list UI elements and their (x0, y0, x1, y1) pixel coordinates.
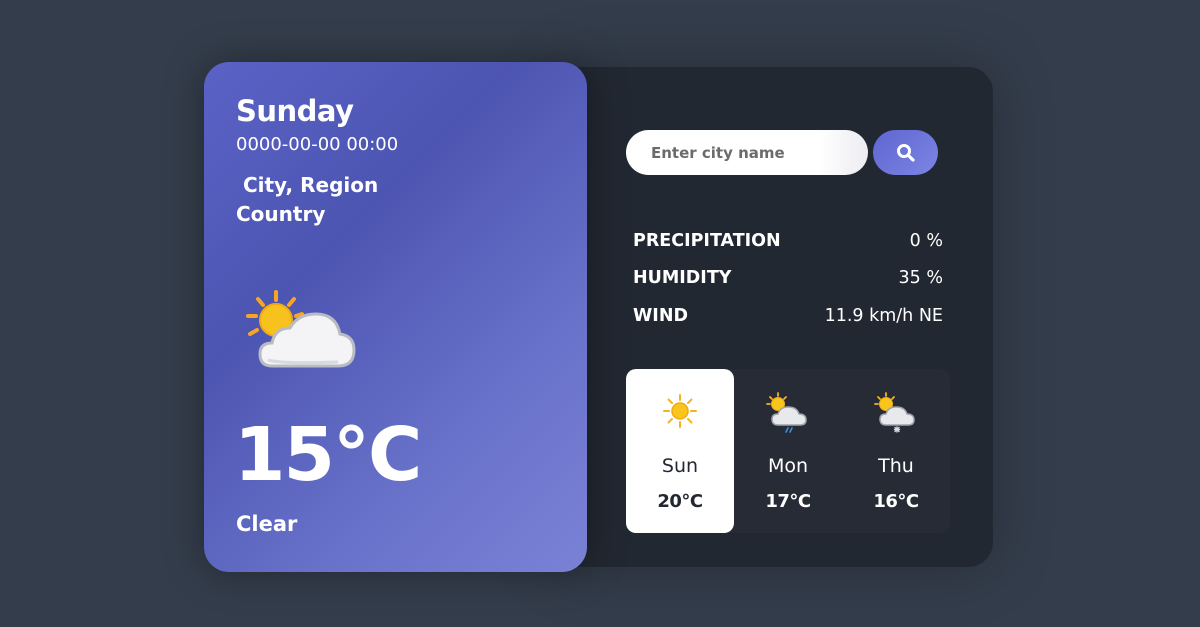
forecast-temp: 17°C (765, 491, 811, 512)
partly-cloudy-icon (246, 290, 356, 368)
current-temperature: 15°C (234, 412, 422, 498)
weather-stats: PRECIPITATION 0 % HUMIDITY 35 % WIND 11.… (633, 222, 943, 335)
date-time: 0000-00-00 00:00 (236, 134, 399, 155)
stat-value: 35 % (898, 268, 943, 289)
forecast-day-thu[interactable]: Thu 16°C (842, 369, 950, 533)
stat-label: WIND (633, 305, 688, 326)
sun-icon (663, 394, 697, 428)
forecast-day-mon[interactable]: Mon 17°C (734, 369, 842, 533)
stat-precipitation: PRECIPITATION 0 % (633, 222, 943, 260)
location: City, Region Country (236, 173, 379, 226)
forecast-day-label: Mon (767, 455, 809, 477)
weather-app: Sunday 0000-00-00 00:00 City, Region Cou… (0, 0, 1200, 627)
stat-label: PRECIPITATION (633, 230, 781, 251)
forecast-temp: 16°C (873, 491, 919, 512)
stat-value: 0 % (909, 230, 943, 251)
stat-humidity: HUMIDITY 35 % (633, 260, 943, 298)
forecast-list: Sun 20°C Mon 17°C Thu 16°C (626, 369, 950, 533)
city-search-input[interactable] (626, 130, 868, 175)
forecast-day-label: Sun (661, 455, 699, 477)
day-name: Sunday (236, 94, 354, 128)
forecast-day-sun[interactable]: Sun 20°C (626, 369, 734, 533)
forecast-day-label: Thu (878, 455, 914, 477)
stat-wind: WIND 11.9 km/h NE (633, 297, 943, 335)
search-icon (896, 143, 915, 162)
snow-cloud-icon (874, 392, 915, 433)
stat-label: HUMIDITY (633, 268, 732, 289)
current-weather-card: Sunday 0000-00-00 00:00 City, Region Cou… (204, 62, 587, 572)
stat-value: 11.9 km/h NE (824, 305, 943, 326)
rain-cloud-icon (766, 392, 807, 433)
forecast-temp: 20°C (657, 491, 703, 512)
search-button[interactable] (873, 130, 938, 175)
weather-condition: Clear (236, 512, 298, 536)
